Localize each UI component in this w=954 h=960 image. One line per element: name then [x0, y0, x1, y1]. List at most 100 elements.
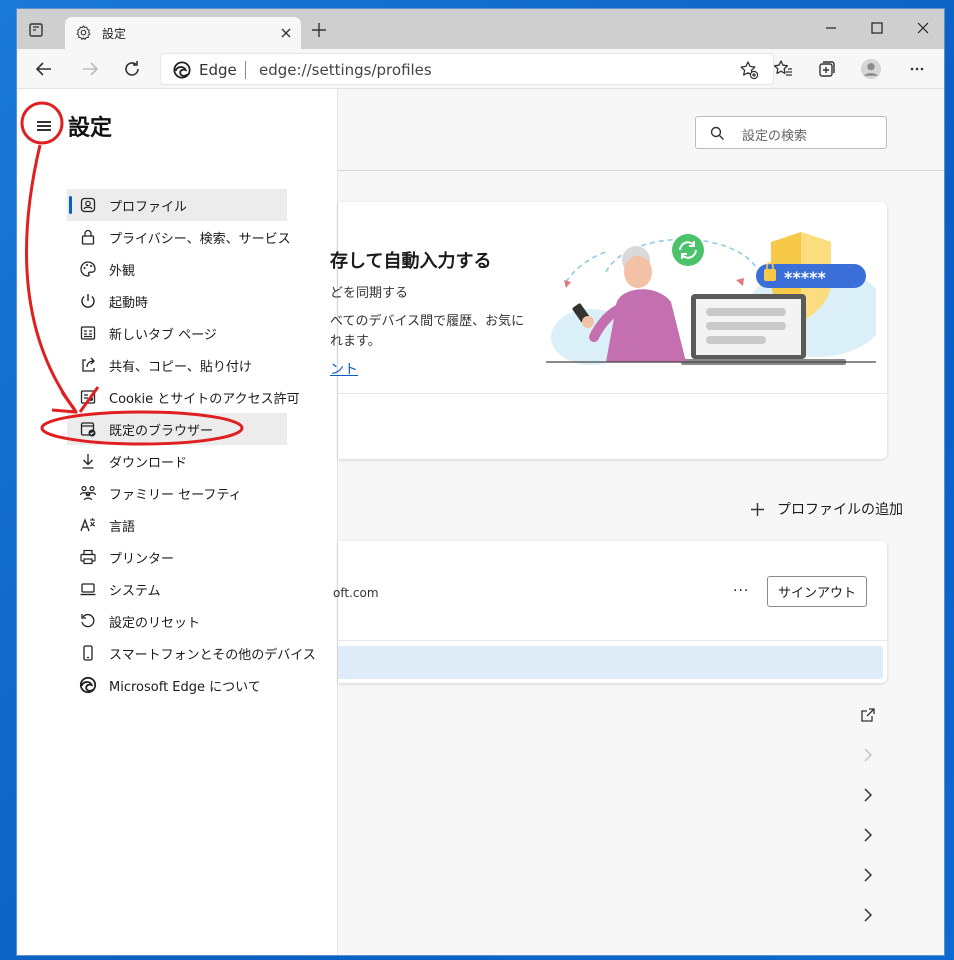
title-bar: 設定: [17, 9, 944, 49]
printer-icon: [80, 549, 96, 565]
profile-icon: [80, 197, 96, 213]
sidebar-item-label: プロファイル: [109, 199, 188, 215]
refresh-icon[interactable]: [121, 58, 143, 80]
edge-icon: [173, 61, 191, 83]
sidebar-item-about[interactable]: Microsoft Edge について: [67, 669, 287, 701]
avatar[interactable]: [860, 58, 882, 80]
download-icon: [82, 454, 94, 469]
sync-card-text: れます。: [330, 334, 381, 349]
sidebar-item-downloads[interactable]: ダウンロード: [67, 445, 287, 477]
back-icon[interactable]: [33, 58, 55, 80]
chevron-right-icon[interactable]: [858, 905, 878, 925]
new-tab-page-icon: [80, 326, 96, 340]
separator: [245, 61, 246, 79]
add-profile-button[interactable]: プロファイルの追加: [750, 499, 903, 519]
tab-actions-icon[interactable]: [27, 21, 45, 39]
sidebar-item-label: プライバシー、検索、サービス: [109, 231, 291, 247]
sidebar-item-label: 起動時: [109, 295, 149, 311]
sidebar-item-label: 共有、コピー、貼り付け: [109, 359, 252, 375]
sidebar-item-family[interactable]: ファミリー セーフティ: [67, 477, 287, 509]
sidebar-item-label: Cookie とサイトのアクセス許可: [109, 391, 300, 407]
card-divider: [338, 640, 887, 641]
sidebar-item-phone[interactable]: スマートフォンとその他のデバイス: [67, 637, 316, 669]
chevron-right-icon[interactable]: [858, 865, 878, 885]
settings-content: 設定の検索 存して自動入力する どを同期する べてのデバイス間で履歴、お気に れ…: [330, 89, 944, 955]
tab-close-icon[interactable]: [279, 25, 293, 44]
sidebar-item-system[interactable]: システム: [67, 573, 287, 605]
profile-email: oft.com: [333, 586, 379, 600]
sidebar-item-reset[interactable]: 設定のリセット: [67, 605, 287, 637]
sidebar-item-label: 新しいタブ ページ: [109, 327, 217, 343]
sync-card: 存して自動入力する どを同期する べてのデバイス間で履歴、お気に れます。 ント…: [330, 202, 887, 459]
palette-icon: [80, 261, 96, 277]
header-divider: [338, 170, 944, 171]
collections-icon[interactable]: [816, 58, 838, 80]
sidebar-item-startup[interactable]: 起動時: [67, 285, 287, 317]
edge-icon: [79, 676, 97, 694]
search-icon: [710, 126, 725, 145]
sidebar-item-appearance[interactable]: 外観: [67, 253, 287, 285]
favorites-icon[interactable]: [772, 58, 794, 80]
sidebar-item-share[interactable]: 共有、コピー、貼り付け: [67, 349, 287, 381]
gear-icon: [75, 24, 92, 45]
sidebar-item-default-browser[interactable]: 既定のブラウザー: [67, 413, 287, 445]
share-icon: [82, 357, 95, 372]
cookie-icon: [80, 390, 96, 404]
minimize-icon[interactable]: [819, 16, 843, 40]
sidebar-item-label: プリンター: [109, 551, 175, 567]
sidebar-item-label: 言語: [109, 519, 136, 535]
sidebar-item-privacy[interactable]: プライバシー、検索、サービス: [67, 221, 291, 253]
chevron-right-icon[interactable]: [858, 745, 878, 765]
sync-status-bar: [338, 646, 883, 679]
sidebar-item-label: システム: [109, 583, 161, 599]
sync-card-link[interactable]: ント: [330, 359, 358, 379]
sidebar-item-label: 外観: [109, 263, 136, 279]
tab-title: 設定: [102, 27, 127, 41]
external-link-icon[interactable]: [858, 705, 878, 725]
search-placeholder: 設定の検索: [742, 129, 808, 144]
password-mask: *****: [784, 268, 826, 287]
search-input[interactable]: 設定の検索: [695, 116, 887, 149]
sync-card-text: どを同期する: [330, 286, 409, 301]
forward-icon[interactable]: [79, 58, 101, 80]
sync-illustration: *****: [546, 232, 876, 365]
add-favorite-icon[interactable]: [739, 60, 759, 84]
maximize-icon[interactable]: [865, 16, 889, 40]
sidebar-item-printers[interactable]: プリンター: [67, 541, 287, 573]
sidebar-item-languages[interactable]: 言語: [67, 509, 287, 541]
url-text: edge://settings/profiles: [259, 61, 432, 79]
address-bar[interactable]: Edge edge://settings/profiles: [160, 53, 774, 85]
lock-icon: [81, 229, 95, 245]
sidebar-item-profiles[interactable]: プロファイル: [67, 189, 287, 221]
profile-card: oft.com ··· サインアウト: [333, 541, 887, 683]
sign-out-button[interactable]: サインアウト: [767, 576, 867, 607]
chevron-right-icon[interactable]: [858, 785, 878, 805]
power-icon: [81, 294, 95, 308]
sidebar-item-label: ファミリー セーフティ: [109, 487, 242, 503]
active-tab[interactable]: 設定: [65, 17, 301, 49]
more-menu-icon[interactable]: [906, 58, 928, 80]
settings-sidebar: 設定 プロファイル プライバシー、検索、サービス 外観 起動時 新しいタブ ペー…: [17, 89, 338, 955]
sync-card-title: 存して自動入力する: [330, 251, 492, 272]
language-icon: [80, 518, 96, 532]
phone-icon: [83, 645, 93, 661]
new-tab-icon[interactable]: [311, 22, 327, 42]
navigation-bar: Edge edge://settings/profiles: [17, 49, 944, 89]
hamburger-menu-icon[interactable]: [31, 115, 57, 137]
settings-nav: プロファイル プライバシー、検索、サービス 外観 起動時 新しいタブ ページ 共…: [67, 189, 316, 701]
sync-card-text: べてのデバイス間で履歴、お気に: [330, 314, 525, 329]
sidebar-item-cookies[interactable]: Cookie とサイトのアクセス許可: [67, 381, 300, 413]
sidebar-item-new-tab[interactable]: 新しいタブ ページ: [67, 317, 287, 349]
sidebar-item-label: 設定のリセット: [109, 615, 201, 631]
more-options-button[interactable]: ···: [733, 583, 749, 599]
card-divider: [338, 393, 887, 394]
page-title: 設定: [68, 116, 113, 141]
plus-icon: [751, 502, 764, 516]
site-name: Edge: [199, 61, 237, 79]
sidebar-item-label: 既定のブラウザー: [109, 423, 214, 439]
reset-icon: [81, 613, 95, 628]
sidebar-item-label: ダウンロード: [109, 455, 188, 471]
add-profile-label: プロファイルの追加: [777, 502, 903, 518]
window-close-icon[interactable]: [911, 16, 935, 40]
chevron-right-icon[interactable]: [858, 825, 878, 845]
